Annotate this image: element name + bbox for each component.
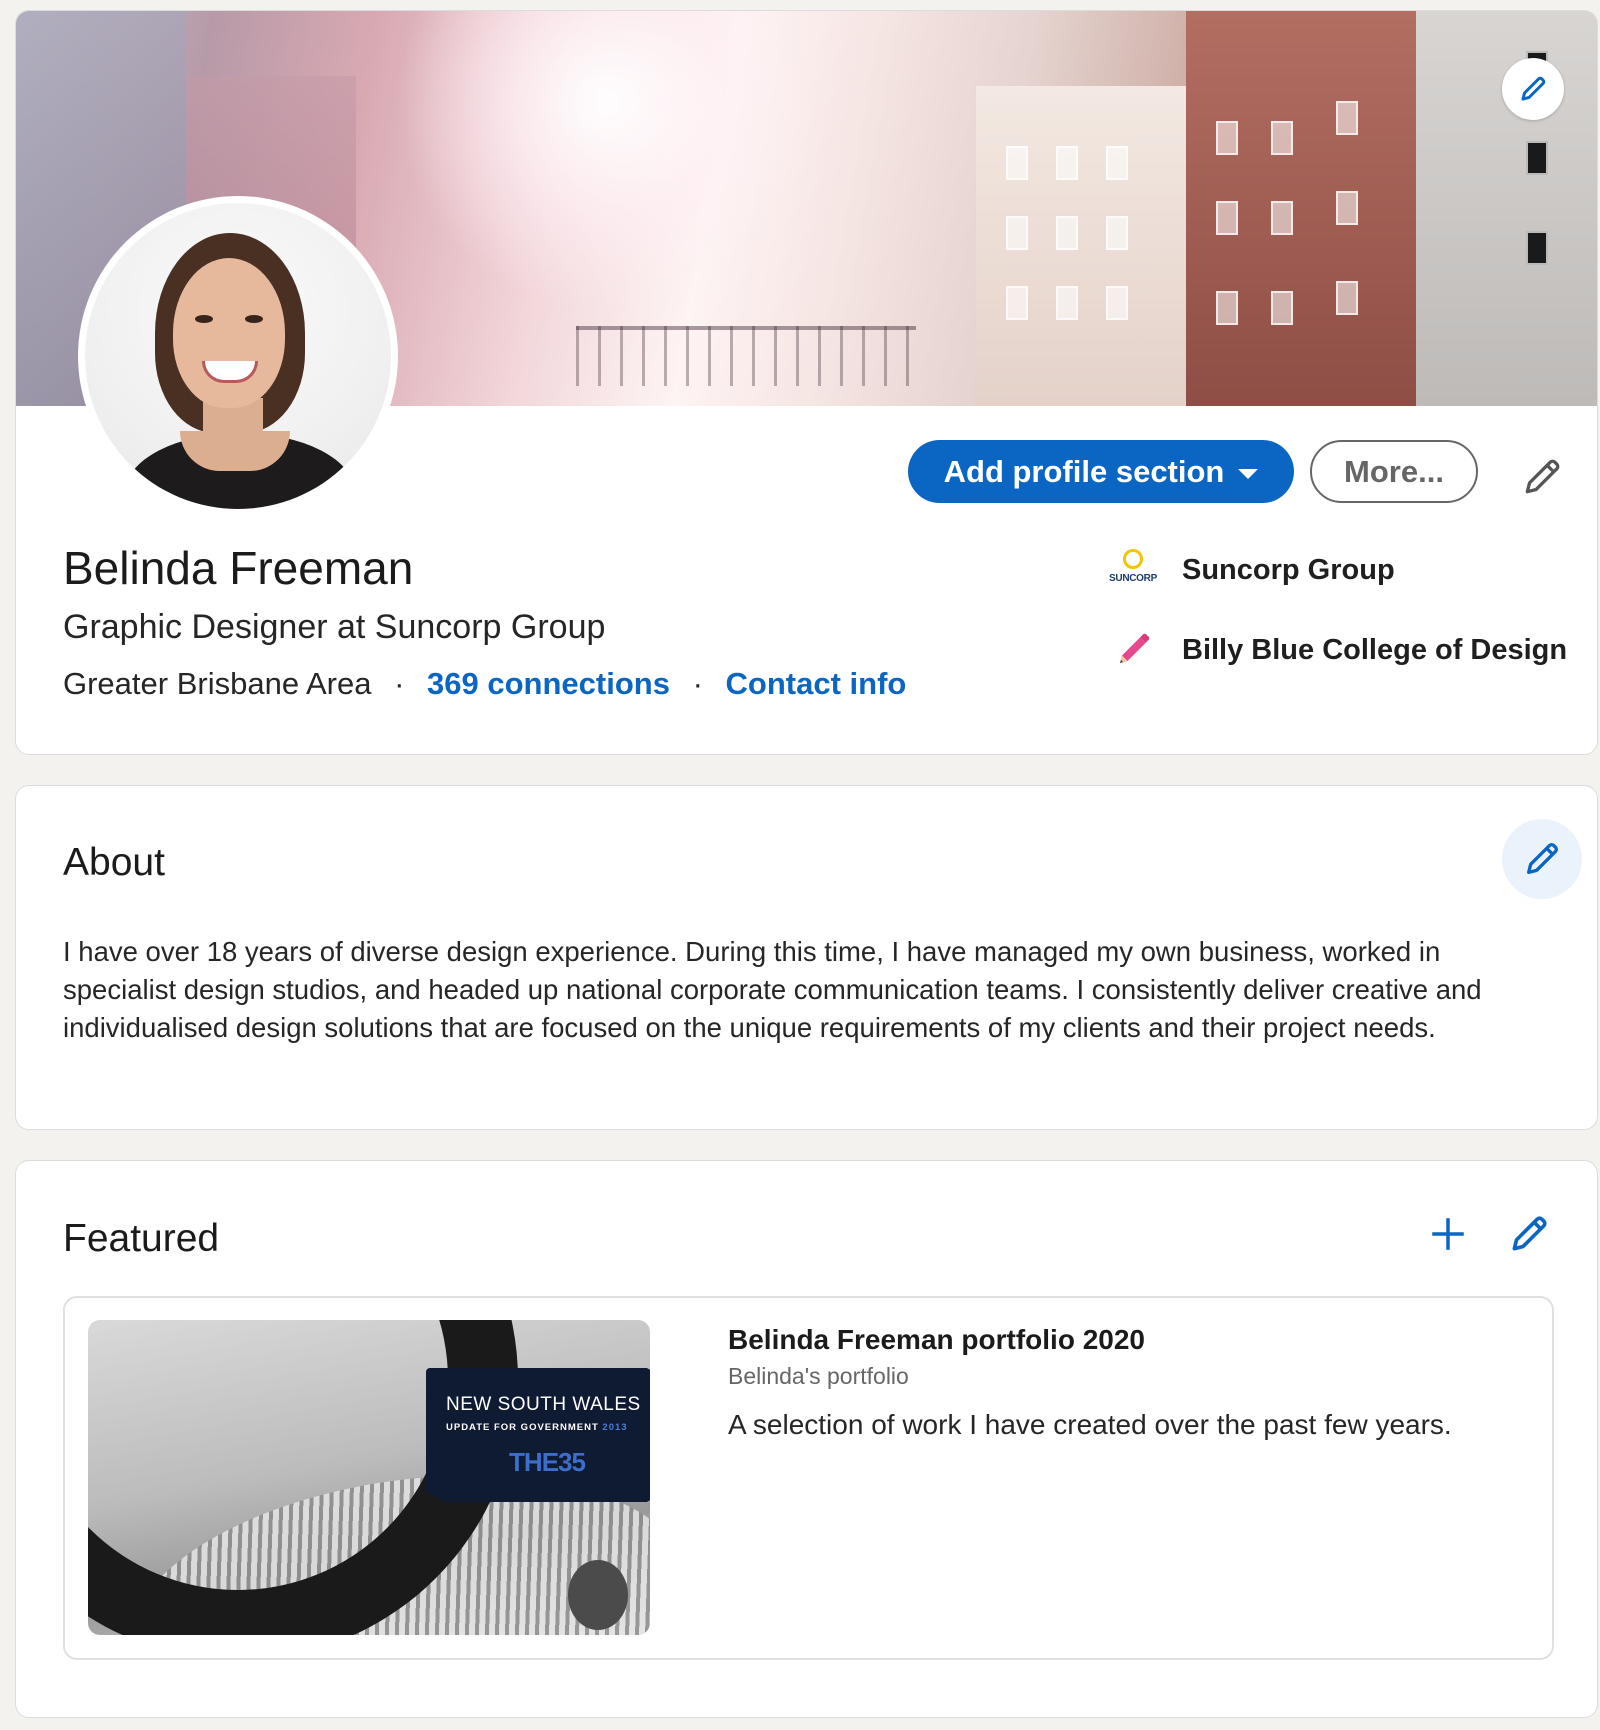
edit-banner-button[interactable] <box>1502 58 1564 120</box>
featured-section: Featured NEW SOUTH WALES UPDATE FOR GOVE… <box>15 1160 1598 1718</box>
badge-title: NEW SOUTH WALES <box>446 1394 641 1415</box>
about-title: About <box>63 841 165 884</box>
featured-item-subtitle: Belinda's portfolio <box>728 1363 909 1389</box>
plus-icon <box>1432 1218 1464 1250</box>
profile-name: Belinda Freeman <box>63 542 414 594</box>
profile-headline: Graphic Designer at Suncorp Group <box>63 608 606 646</box>
featured-item-thumbnail: NEW SOUTH WALES UPDATE FOR GOVERNMENT 20… <box>88 1320 650 1635</box>
more-button[interactable]: More... <box>1310 440 1478 503</box>
profile-location: Greater Brisbane Area <box>63 666 372 701</box>
add-profile-section-label: Add profile section <box>943 453 1225 489</box>
suncorp-logo-text: SUNCORP <box>1109 573 1157 584</box>
featured-item-description: A selection of work I have created over … <box>728 1409 1452 1440</box>
profile-intro-card: Add profile section More... Belinda Free… <box>15 10 1598 755</box>
pencil-icon <box>1527 843 1558 874</box>
featured-item-card[interactable]: NEW SOUTH WALES UPDATE FOR GOVERNMENT 20… <box>63 1296 1554 1660</box>
pencil-icon <box>1512 1216 1547 1251</box>
org-item-billy-blue[interactable]: Billy Blue College of Design <box>1106 623 1567 677</box>
connections-link[interactable]: 369 connections <box>427 666 670 701</box>
featured-item-title: Belinda Freeman portfolio 2020 <box>728 1324 1145 1355</box>
badge-subtitle: UPDATE FOR GOVERNMENT <box>446 1422 599 1433</box>
separator-dot: · <box>692 666 703 701</box>
org-item-suncorp[interactable]: SUNCORP Suncorp Group <box>1106 543 1395 597</box>
add-featured-button[interactable] <box>1418 1204 1478 1264</box>
edit-about-button[interactable] <box>1502 819 1582 899</box>
edit-intro-button[interactable] <box>1516 451 1568 503</box>
pencil-icon <box>1521 76 1546 101</box>
about-text: I have over 18 years of diverse design e… <box>63 936 1482 1043</box>
thumbnail-badge: NEW SOUTH WALES UPDATE FOR GOVERNMENT 20… <box>426 1368 650 1502</box>
org-name: Billy Blue College of Design <box>1182 633 1568 666</box>
caret-down-icon <box>1238 468 1259 479</box>
badge-logo: THE35 <box>509 1447 586 1477</box>
badge-year: 2013 <box>602 1422 628 1433</box>
profile-meta-line: Greater Brisbane Area · 369 connections … <box>63 666 906 702</box>
pencil-logo-icon <box>1106 623 1160 677</box>
org-name: Suncorp Group <box>1182 553 1395 586</box>
suncorp-logo-icon: SUNCORP <box>1106 543 1160 597</box>
contact-info-link[interactable]: Contact info <box>726 666 907 701</box>
featured-title: Featured <box>63 1217 220 1260</box>
separator-dot: · <box>394 666 405 701</box>
edit-featured-button[interactable] <box>1499 1204 1559 1264</box>
pencil-icon <box>1525 459 1560 494</box>
add-profile-section-button[interactable]: Add profile section <box>908 440 1294 503</box>
about-section: About I have over 18 years of diverse de… <box>15 785 1598 1130</box>
profile-photo[interactable] <box>78 196 398 516</box>
